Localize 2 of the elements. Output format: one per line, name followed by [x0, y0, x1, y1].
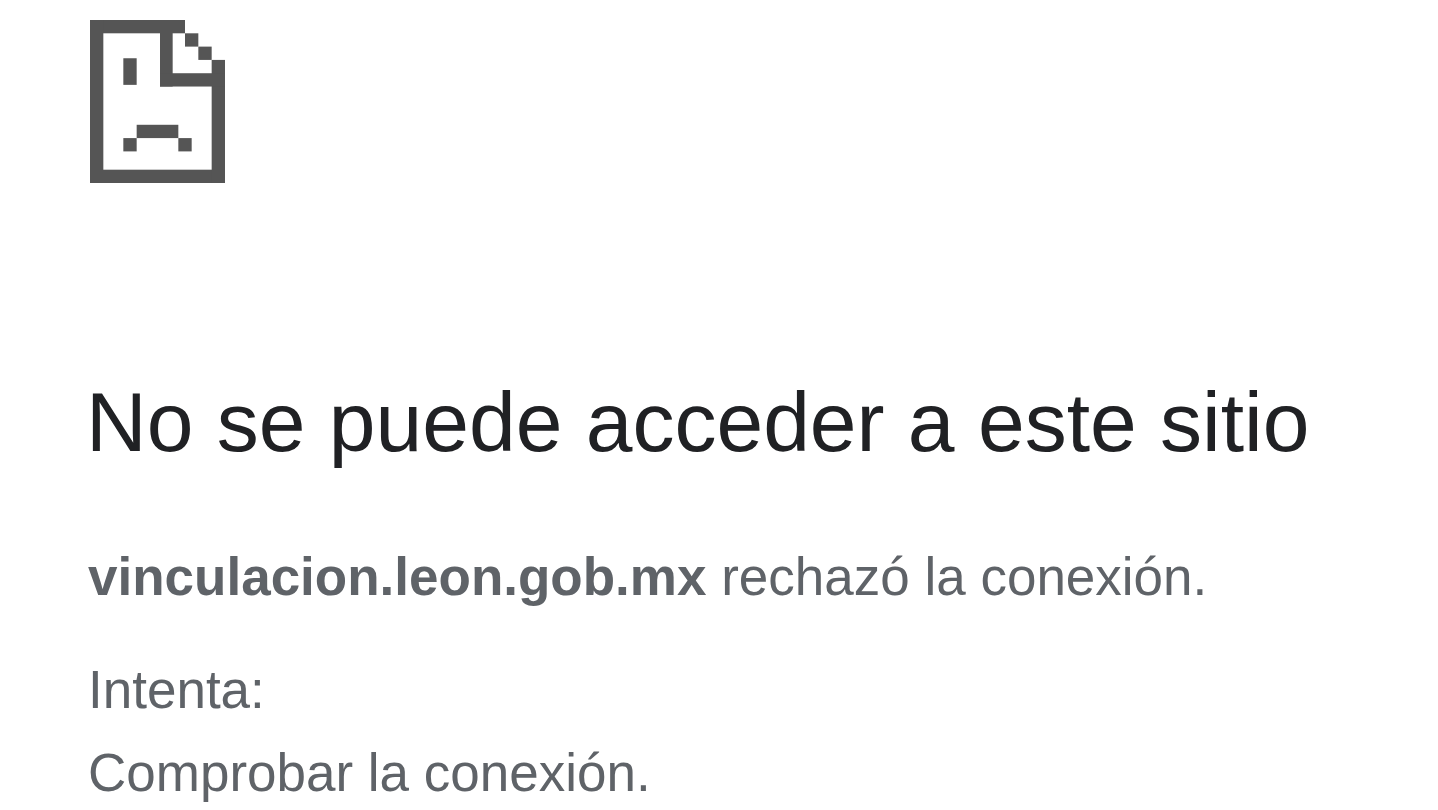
suggestions-heading: Intenta: [88, 663, 265, 716]
sad-document-icon [90, 20, 225, 183]
